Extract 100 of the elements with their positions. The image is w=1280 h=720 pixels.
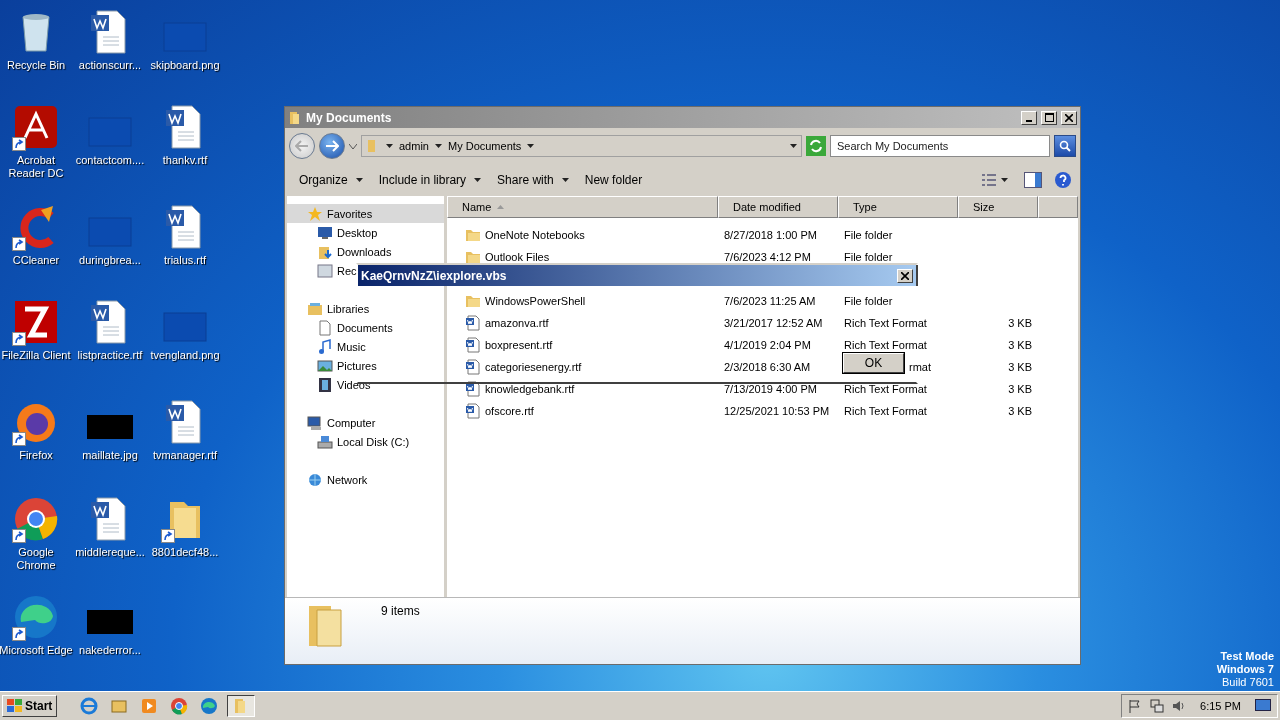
close-icon bbox=[1065, 113, 1073, 122]
shortcut-arrow-icon bbox=[12, 432, 26, 446]
breadcrumb-item[interactable]: admin bbox=[399, 140, 429, 152]
computer-icon bbox=[307, 414, 323, 431]
desktop-icon-label[interactable]: Acrobat Reader DC bbox=[0, 154, 74, 180]
caret-icon bbox=[527, 144, 535, 148]
desktop-icon-label[interactable]: listpractice.rtf bbox=[77, 349, 143, 362]
file-name[interactable]: OneNote Notebooks bbox=[485, 229, 585, 241]
desktop-icon-label[interactable]: Google Chrome bbox=[0, 546, 74, 572]
back-arrow-icon bbox=[295, 140, 309, 152]
folder-icon bbox=[465, 249, 481, 265]
file-name[interactable]: categoriesenergy.rtf bbox=[485, 361, 582, 373]
disk-drive-icon bbox=[317, 433, 333, 450]
column-header[interactable]: Date modified bbox=[718, 196, 838, 218]
start-button[interactable]: Start bbox=[2, 695, 58, 717]
ok-button[interactable]: OK bbox=[843, 353, 904, 373]
table-cell: 7/13/2019 4:00 PM bbox=[724, 383, 817, 395]
view-list-icon[interactable] bbox=[981, 173, 997, 187]
back-button[interactable] bbox=[289, 133, 315, 159]
toolbar-button[interactable]: Organize bbox=[293, 170, 369, 190]
table-cell: 3/21/2017 12:52 AM bbox=[724, 317, 823, 329]
file-name[interactable]: ofscore.rtf bbox=[485, 405, 534, 417]
desktop-icon-label[interactable]: middlereque... bbox=[75, 546, 145, 559]
speaker-icon[interactable] bbox=[1172, 699, 1187, 713]
desktop-icon-label[interactable]: FileZilla Client bbox=[1, 349, 71, 362]
table-cell-text: 3 KB bbox=[1008, 317, 1033, 329]
help-icon[interactable] bbox=[1054, 171, 1072, 189]
file-name[interactable]: amazonva.rtf bbox=[485, 317, 549, 329]
desktop-icon-label[interactable]: thankv.rtf bbox=[162, 154, 208, 167]
table-cell: File folder bbox=[844, 295, 893, 307]
sidebar-item[interactable]: Rec bbox=[337, 264, 357, 277]
network-icon bbox=[307, 471, 323, 488]
minimize-button[interactable] bbox=[1021, 110, 1037, 125]
toolbar-button[interactable]: Share with bbox=[491, 170, 575, 190]
network-icon[interactable] bbox=[1150, 699, 1165, 713]
sidebar-item[interactable]: Music bbox=[337, 340, 366, 353]
caret-icon bbox=[434, 144, 442, 148]
table-cell: 4/1/2019 2:04 PM bbox=[724, 339, 811, 351]
desktop-icon-label[interactable]: tvmanager.rtf bbox=[152, 449, 218, 462]
desktop-icon-label[interactable]: nakederror... bbox=[79, 644, 141, 657]
clock[interactable]: 6:15 PM bbox=[1200, 700, 1241, 712]
film-icon bbox=[317, 376, 333, 393]
show-desktop-icon[interactable] bbox=[1255, 699, 1271, 713]
caret-icon bbox=[474, 178, 482, 182]
desktop-icon-label[interactable]: CCleaner bbox=[12, 254, 60, 267]
desktop-icon-label[interactable]: actionscurr... bbox=[78, 59, 142, 72]
sidebar-item[interactable]: Network bbox=[327, 473, 368, 486]
column-header[interactable]: Size bbox=[958, 196, 1038, 218]
history-caret-icon[interactable] bbox=[349, 143, 357, 149]
desktop-icon-label[interactable]: maillate.jpg bbox=[82, 449, 138, 462]
desktop-icon-label[interactable]: tvengland.png bbox=[150, 349, 220, 362]
table-cell-text: 3 KB bbox=[1008, 405, 1033, 417]
forward-button[interactable] bbox=[319, 133, 345, 159]
flag-icon[interactable] bbox=[1128, 699, 1143, 713]
table-cell: 8/27/2018 1:00 PM bbox=[724, 229, 817, 241]
search-button[interactable] bbox=[1054, 135, 1076, 157]
toolbar-button[interactable]: Include in library bbox=[372, 170, 488, 190]
shortcut-arrow-icon bbox=[12, 529, 26, 543]
search-field[interactable]: Search My Documents bbox=[830, 135, 1050, 157]
word-document-icon bbox=[465, 315, 481, 331]
sidebar-item[interactable]: Pictures bbox=[337, 359, 377, 372]
address-bar[interactable]: admin My Documents bbox=[361, 135, 802, 157]
toolbar-button[interactable]: New folder bbox=[578, 170, 649, 190]
sidebar-item[interactable]: Local Disk (C:) bbox=[337, 435, 410, 448]
desktop-icon-label[interactable]: duringbrea... bbox=[79, 254, 141, 267]
desktop-icon-label[interactable]: skipboard.png bbox=[150, 59, 220, 72]
column-header[interactable]: Name bbox=[447, 196, 718, 218]
sidebar-item[interactable]: Libraries bbox=[327, 302, 370, 315]
desktop-icon-label[interactable]: contactcom.... bbox=[75, 154, 145, 167]
browser-e-icon bbox=[80, 697, 99, 715]
file-name[interactable]: Outlook Files bbox=[485, 251, 550, 263]
desktop-icon-label[interactable]: Recycle Bin bbox=[6, 59, 66, 72]
shortcut-arrow-icon bbox=[12, 237, 26, 251]
maximize-button[interactable] bbox=[1041, 110, 1057, 125]
close-button[interactable] bbox=[897, 268, 913, 283]
breadcrumb-item[interactable]: My Documents bbox=[447, 140, 522, 152]
sidebar-item[interactable]: Computer bbox=[327, 416, 376, 429]
file-name[interactable]: WindowsPowerShell bbox=[485, 295, 586, 307]
table-cell: Rich Text Format bbox=[844, 317, 927, 329]
table-cell: rmat bbox=[909, 361, 931, 373]
desktop-icon-label[interactable]: Microsoft Edge bbox=[0, 644, 73, 657]
desktop-icon-label[interactable]: Firefox bbox=[19, 449, 53, 462]
close-button[interactable] bbox=[1061, 110, 1077, 125]
star-icon bbox=[307, 205, 323, 222]
column-header[interactable]: Type bbox=[838, 196, 958, 218]
table-cell: 2/3/2018 6:30 AM bbox=[724, 361, 811, 373]
taskbar-app-button[interactable] bbox=[227, 695, 256, 717]
sidebar-item[interactable]: Downloads bbox=[337, 245, 392, 258]
desktop-icon-label[interactable]: trialus.rtf bbox=[163, 254, 207, 267]
sidebar-item[interactable]: Documents bbox=[337, 321, 393, 334]
sidebar-item[interactable]: Desktop bbox=[337, 226, 378, 239]
preview-pane-icon[interactable] bbox=[1024, 172, 1042, 188]
desktop-icon-label[interactable]: 8801decf48... bbox=[151, 546, 219, 559]
table-cell: 7/6/2023 11:25 AM bbox=[724, 295, 816, 307]
table-cell: Rich Text Format bbox=[844, 405, 927, 417]
forward-arrow-icon bbox=[325, 140, 339, 152]
file-name[interactable]: boxpresent.rtf bbox=[485, 339, 553, 351]
file-name[interactable]: knowledgebank.rtf bbox=[485, 383, 575, 395]
maximize-icon bbox=[1044, 113, 1054, 122]
refresh-icon[interactable] bbox=[806, 136, 826, 156]
